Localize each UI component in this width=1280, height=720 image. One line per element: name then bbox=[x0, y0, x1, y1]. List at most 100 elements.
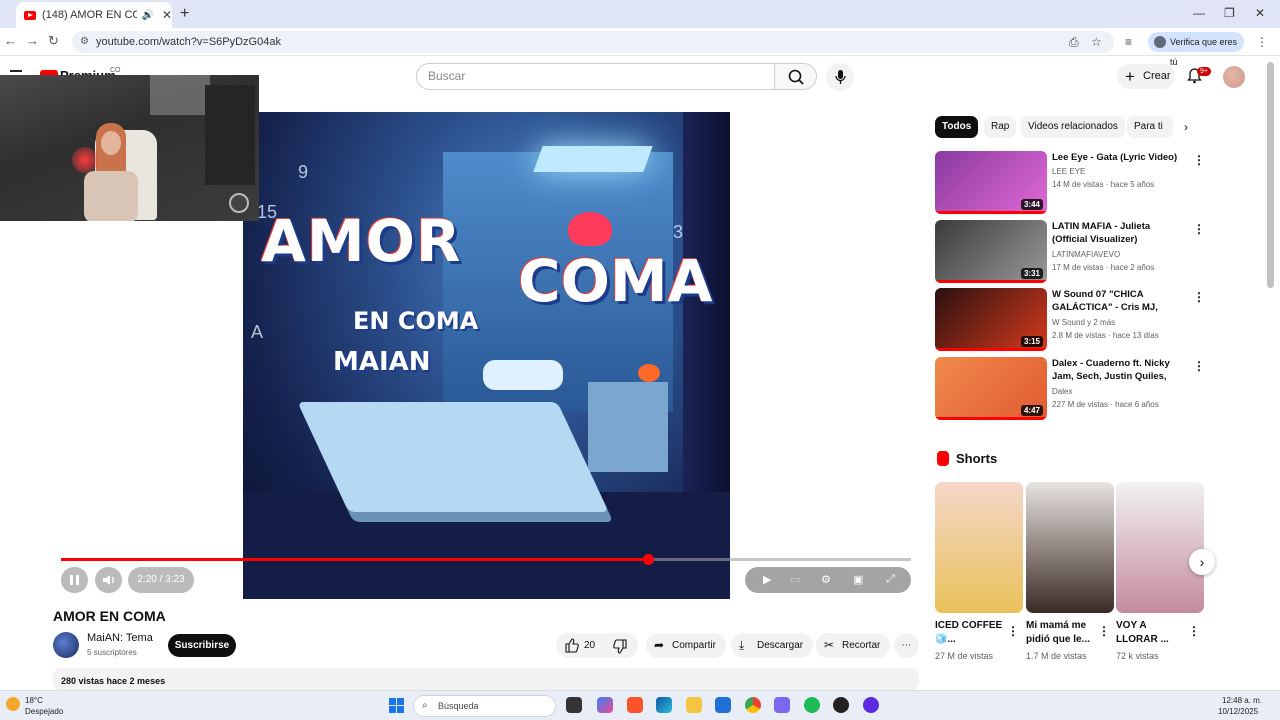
share-arrow-icon: ➦ bbox=[654, 638, 665, 652]
close-tab-icon[interactable]: ✕ bbox=[162, 8, 172, 22]
more-actions-button[interactable]: ⋯ bbox=[894, 633, 919, 658]
pause-button[interactable] bbox=[61, 567, 88, 593]
related-video-item[interactable]: 3:31 LATIN MAFIA - Julieta (Official Visu… bbox=[935, 220, 1205, 283]
related-title[interactable]: LATIN MAFIA - Julieta (Official Visualiz… bbox=[1052, 220, 1186, 246]
download-icon: ⤓ bbox=[739, 638, 745, 652]
webcam-door bbox=[205, 85, 255, 185]
audio-playing-icon[interactable]: 🔊 bbox=[141, 10, 153, 21]
new-tab-icon[interactable]: + bbox=[180, 5, 189, 23]
progress-scrubber[interactable] bbox=[642, 554, 654, 565]
clip-button[interactable]: ✂ Recortar bbox=[816, 633, 891, 658]
related-thumbnail[interactable]: 4:47 bbox=[935, 357, 1047, 420]
download-button[interactable]: ⤓ Descargar bbox=[731, 633, 814, 658]
description-box[interactable]: 280 vistas hace 2 meses bbox=[53, 668, 919, 690]
channel-name[interactable]: MaiAN: Tema bbox=[87, 632, 153, 644]
like-thumb-icon[interactable] bbox=[564, 638, 579, 653]
store-icon[interactable] bbox=[715, 697, 731, 713]
related-channel[interactable]: W Sound y 2 más bbox=[1052, 318, 1115, 327]
more-vertical-icon[interactable]: ⋮ bbox=[1193, 222, 1205, 236]
verify-profile-button[interactable]: Verifica que eres tú bbox=[1148, 32, 1244, 67]
short-title[interactable]: VOY A LLORAR ... bbox=[1116, 619, 1186, 647]
chips-next-icon[interactable]: › bbox=[1184, 120, 1188, 134]
install-app-icon[interactable]: ⎙ bbox=[1069, 35, 1079, 50]
short-more-icon[interactable]: ⋮ bbox=[1007, 624, 1019, 638]
short-thumbnail[interactable] bbox=[935, 482, 1023, 613]
related-title[interactable]: W Sound 07 "CHICA GALÁCTICA" - Cris MJ, … bbox=[1052, 288, 1186, 315]
more-vertical-icon[interactable]: ⋮ bbox=[1193, 153, 1205, 167]
share-label: Compartir bbox=[672, 640, 716, 651]
short-more-icon[interactable]: ⋮ bbox=[1098, 624, 1110, 638]
volume-button[interactable] bbox=[95, 567, 122, 593]
shorts-next-icon[interactable]: › bbox=[1189, 549, 1215, 575]
chip-todos[interactable]: Todos bbox=[935, 116, 979, 138]
reading-list-icon[interactable]: ≡ bbox=[1125, 35, 1132, 49]
webcam-red-light bbox=[72, 147, 98, 173]
chip-para-ti[interactable]: Para ti bbox=[1127, 116, 1173, 138]
close-window-icon[interactable]: ✕ bbox=[1255, 6, 1265, 20]
more-vertical-icon[interactable]: ⋮ bbox=[1193, 290, 1205, 304]
minimize-icon[interactable]: — bbox=[1193, 6, 1205, 20]
site-info-icon[interactable]: ⚙ bbox=[80, 31, 89, 53]
create-button[interactable]: + Crear bbox=[1117, 64, 1175, 89]
miniplayer-icon[interactable]: ▣ bbox=[853, 573, 863, 586]
copilot-icon[interactable] bbox=[597, 697, 613, 713]
settings-gear-icon[interactable]: ⚙ bbox=[821, 573, 831, 586]
file-explorer-icon[interactable] bbox=[686, 697, 702, 713]
share-button[interactable]: ➦ Compartir bbox=[646, 633, 726, 658]
related-thumbnail[interactable]: 3:44 bbox=[935, 151, 1047, 214]
task-view-icon[interactable] bbox=[566, 697, 582, 713]
video-player[interactable]: 15 9 3 A AMOR EN COMA MAIAN COMA bbox=[243, 112, 730, 599]
chrome-icon[interactable] bbox=[745, 697, 761, 713]
restore-icon[interactable]: ❐ bbox=[1224, 6, 1235, 20]
edge-icon[interactable] bbox=[656, 697, 672, 713]
short-thumbnail[interactable] bbox=[1026, 482, 1114, 613]
app-icon[interactable] bbox=[863, 697, 879, 713]
related-video-item[interactable]: 3:44 Lee Eye - Gata (Lyric Video) LEE EYE 1… bbox=[935, 151, 1205, 214]
related-meta: 14 M de vistas · hace 5 años bbox=[1052, 180, 1155, 189]
subtitles-icon[interactable]: ▭ bbox=[790, 573, 800, 586]
autoplay-toggle-icon[interactable]: ▶ bbox=[763, 573, 771, 586]
related-channel[interactable]: LEE EYE bbox=[1052, 167, 1085, 176]
short-more-icon[interactable]: ⋮ bbox=[1188, 624, 1200, 638]
search-button[interactable] bbox=[774, 63, 817, 90]
related-channel[interactable]: LATINMAFIAVEVO bbox=[1052, 250, 1120, 259]
obs-icon[interactable] bbox=[833, 697, 849, 713]
webcam-overlay bbox=[0, 75, 259, 221]
related-thumbnail[interactable]: 3:31 bbox=[935, 220, 1047, 283]
forward-icon[interactable]: → bbox=[26, 33, 39, 48]
browser-tab[interactable]: (148) AMOR EN COMA - Yo 🔊 ✕ bbox=[16, 2, 172, 28]
related-thumbnail[interactable]: 3:15 bbox=[935, 288, 1047, 351]
bookmark-star-icon[interactable]: ☆ bbox=[1091, 35, 1102, 49]
chip-rap[interactable]: Rap bbox=[984, 116, 1017, 138]
account-avatar[interactable] bbox=[1223, 66, 1245, 88]
fullscreen-icon[interactable]: ⤢ bbox=[886, 573, 895, 586]
taskbar-search[interactable]: ⌕ Búsqueda bbox=[413, 695, 556, 717]
back-icon[interactable]: ← bbox=[4, 33, 17, 48]
short-title[interactable]: ICED COFFEE 🧊... bbox=[935, 619, 1005, 647]
search-input[interactable]: Buscar bbox=[416, 63, 775, 90]
page-scrollbar[interactable] bbox=[1267, 62, 1274, 288]
windows-start-icon[interactable] bbox=[389, 698, 404, 713]
chip-videos-relacionados[interactable]: Videos relacionados bbox=[1021, 116, 1125, 138]
browser-menu-icon[interactable]: ⋮ bbox=[1256, 35, 1268, 49]
channel-avatar[interactable] bbox=[53, 632, 79, 658]
related-title[interactable]: Lee Eye - Gata (Lyric Video) bbox=[1052, 151, 1186, 164]
related-video-item[interactable]: 4:47 Dalex - Cuaderno ft. Nicky Jam, Sech… bbox=[935, 357, 1205, 420]
more-vertical-icon[interactable]: ⋮ bbox=[1193, 359, 1205, 373]
subscribe-button[interactable]: Suscribirse bbox=[168, 634, 236, 657]
related-title[interactable]: Dalex - Cuaderno ft. Nicky Jam, Sech, Ju… bbox=[1052, 357, 1186, 384]
live-app-icon[interactable] bbox=[774, 697, 790, 713]
tab-title: (148) AMOR EN COMA - Yo bbox=[41, 9, 138, 21]
related-channel[interactable]: Dalex bbox=[1052, 387, 1072, 396]
address-bar[interactable]: ⚙ youtube.com/watch?v=S6PyDzG04ak bbox=[72, 31, 1114, 53]
brave-icon[interactable] bbox=[627, 697, 643, 713]
short-title[interactable]: Mi mamá me pidió que le... bbox=[1026, 619, 1096, 647]
voice-search-button[interactable] bbox=[826, 63, 854, 91]
related-video-item[interactable]: 3:15 W Sound 07 "CHICA GALÁCTICA" - Cris … bbox=[935, 288, 1205, 351]
spotify-icon[interactable] bbox=[804, 697, 820, 713]
duration-badge: 3:44 bbox=[1020, 199, 1043, 210]
dislike-thumb-icon[interactable] bbox=[613, 639, 628, 654]
weather-moon-icon[interactable] bbox=[6, 697, 20, 711]
short-thumbnail[interactable] bbox=[1116, 482, 1204, 613]
reload-icon[interactable]: ↻ bbox=[48, 33, 59, 49]
